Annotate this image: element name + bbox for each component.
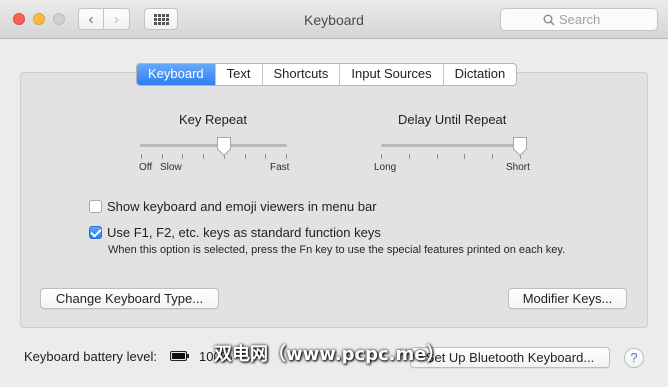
battery-level-label: Keyboard battery level:	[24, 349, 157, 364]
slider-tick	[492, 154, 493, 159]
slider-tick	[265, 154, 266, 159]
key-repeat-title: Key Repeat	[179, 112, 247, 127]
key-repeat-fast-label: Fast	[270, 162, 290, 173]
tab-shortcuts[interactable]: Shortcuts	[263, 64, 341, 85]
slider-tick	[409, 154, 410, 159]
search-field[interactable]	[500, 8, 658, 31]
slider-tick	[286, 154, 287, 159]
function-keys-note: When this option is selected, press the …	[108, 244, 566, 256]
search-input[interactable]	[559, 11, 651, 28]
delay-short-label: Short	[506, 162, 530, 173]
search-icon	[543, 14, 555, 26]
function-keys-checkbox[interactable]	[89, 226, 102, 239]
tab-text[interactable]: Text	[216, 64, 263, 85]
delay-long-label: Long	[374, 162, 397, 173]
slider-tick	[464, 154, 465, 159]
slider-tick	[141, 154, 142, 159]
change-keyboard-type-button[interactable]: Change Keyboard Type...	[40, 288, 219, 309]
function-keys-label[interactable]: Use F1, F2, etc. keys as standard functi…	[107, 225, 381, 240]
key-repeat-track[interactable]	[140, 144, 287, 147]
tab-bar: Keyboard Text Shortcuts Input Sources Di…	[136, 63, 518, 86]
title-bar: ‹ › Keyboard	[0, 0, 668, 39]
delay-until-repeat-title: Delay Until Repeat	[398, 112, 507, 127]
tab-dictation[interactable]: Dictation	[444, 64, 517, 85]
battery-icon	[170, 351, 189, 361]
key-repeat-slider-knob[interactable]	[216, 136, 232, 157]
tab-keyboard[interactable]: Keyboard	[137, 64, 216, 85]
key-repeat-slow-label: Slow	[160, 162, 182, 173]
delay-until-repeat-track[interactable]	[381, 144, 520, 147]
watermark: 双电网（www.pcpc.me）	[214, 344, 445, 365]
slider-tick	[437, 154, 438, 159]
help-button[interactable]: ?	[624, 348, 644, 368]
slider-tick	[381, 154, 382, 159]
show-viewers-checkbox[interactable]	[89, 200, 102, 213]
slider-tick	[203, 154, 204, 159]
tab-input-sources[interactable]: Input Sources	[340, 64, 444, 85]
delay-until-repeat-slider-knob[interactable]	[512, 136, 528, 157]
slider-tick	[162, 154, 163, 159]
key-repeat-off-label: Off	[139, 162, 153, 173]
modifier-keys-button[interactable]: Modifier Keys...	[508, 288, 627, 309]
slider-tick	[182, 154, 183, 159]
show-viewers-label[interactable]: Show keyboard and emoji viewers in menu …	[107, 199, 377, 214]
slider-tick	[245, 154, 246, 159]
